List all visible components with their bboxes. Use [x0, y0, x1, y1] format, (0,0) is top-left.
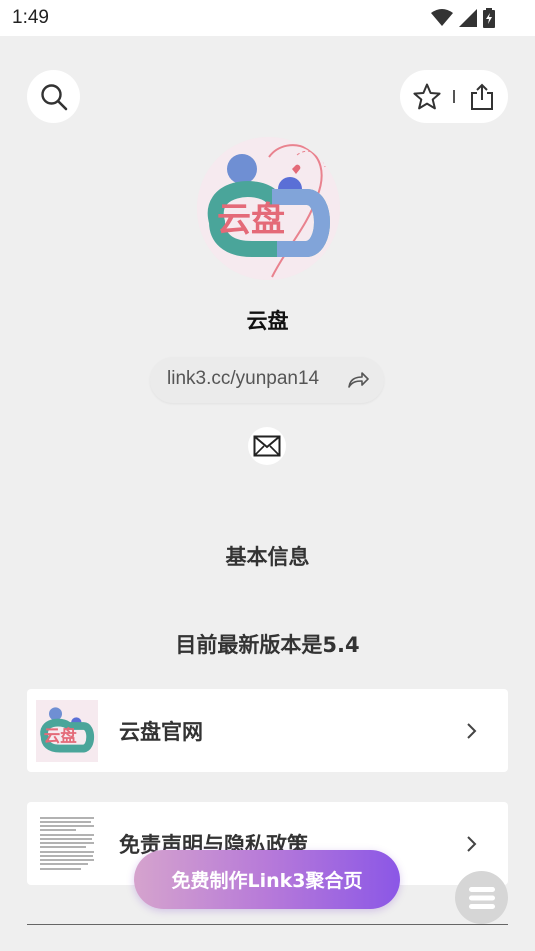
profile-name: 云盘: [246, 309, 289, 333]
star-icon: [413, 83, 441, 110]
search-button[interactable]: [27, 70, 80, 123]
section-title-basic-info: 基本信息: [225, 545, 310, 569]
status-bar: 1:49: [0, 0, 535, 36]
avatar: 云盘: [197, 137, 340, 280]
search-icon: [40, 83, 67, 110]
share-icon: [471, 83, 493, 110]
menu-button[interactable]: [455, 871, 508, 924]
avatar-text: 云盘: [217, 200, 285, 240]
card-label: 云盘官网: [119, 720, 203, 744]
mail-icon: [253, 435, 281, 457]
create-link3-page-button[interactable]: 免费制作Link3聚合页: [134, 850, 400, 909]
favorite-button[interactable]: [412, 82, 442, 112]
favorite-share-group: [400, 70, 508, 123]
forward-arrow-icon: [348, 372, 369, 388]
bottom-divider: [27, 924, 508, 925]
status-time: 1:49: [12, 7, 49, 28]
chevron-right-icon: [467, 723, 477, 739]
email-button[interactable]: [248, 427, 286, 465]
share-button[interactable]: [468, 82, 496, 112]
avatar-logo: 云盘: [197, 137, 340, 280]
chevron-right-icon: [467, 836, 477, 852]
profile-link-button[interactable]: link3.cc/yunpan14: [150, 357, 384, 403]
status-icons: [431, 8, 495, 28]
card-thumb-text: 云盘: [44, 727, 77, 746]
profile-link-text: link3.cc/yunpan14: [167, 368, 320, 389]
card-thumbnail-logo: 云盘: [36, 700, 98, 762]
menu-icon: [468, 886, 495, 909]
pill-divider: [453, 90, 455, 103]
battery-icon: [483, 8, 495, 28]
cta-label: 免费制作Link3聚合页: [171, 870, 363, 892]
link-card-official-site[interactable]: 云盘 云盘官网: [27, 689, 508, 772]
section-title-latest-version: 目前最新版本是5.4: [175, 633, 360, 657]
card-thumbnail-document: [36, 813, 98, 875]
signal-icon: [459, 9, 477, 27]
wifi-icon: [431, 9, 453, 26]
